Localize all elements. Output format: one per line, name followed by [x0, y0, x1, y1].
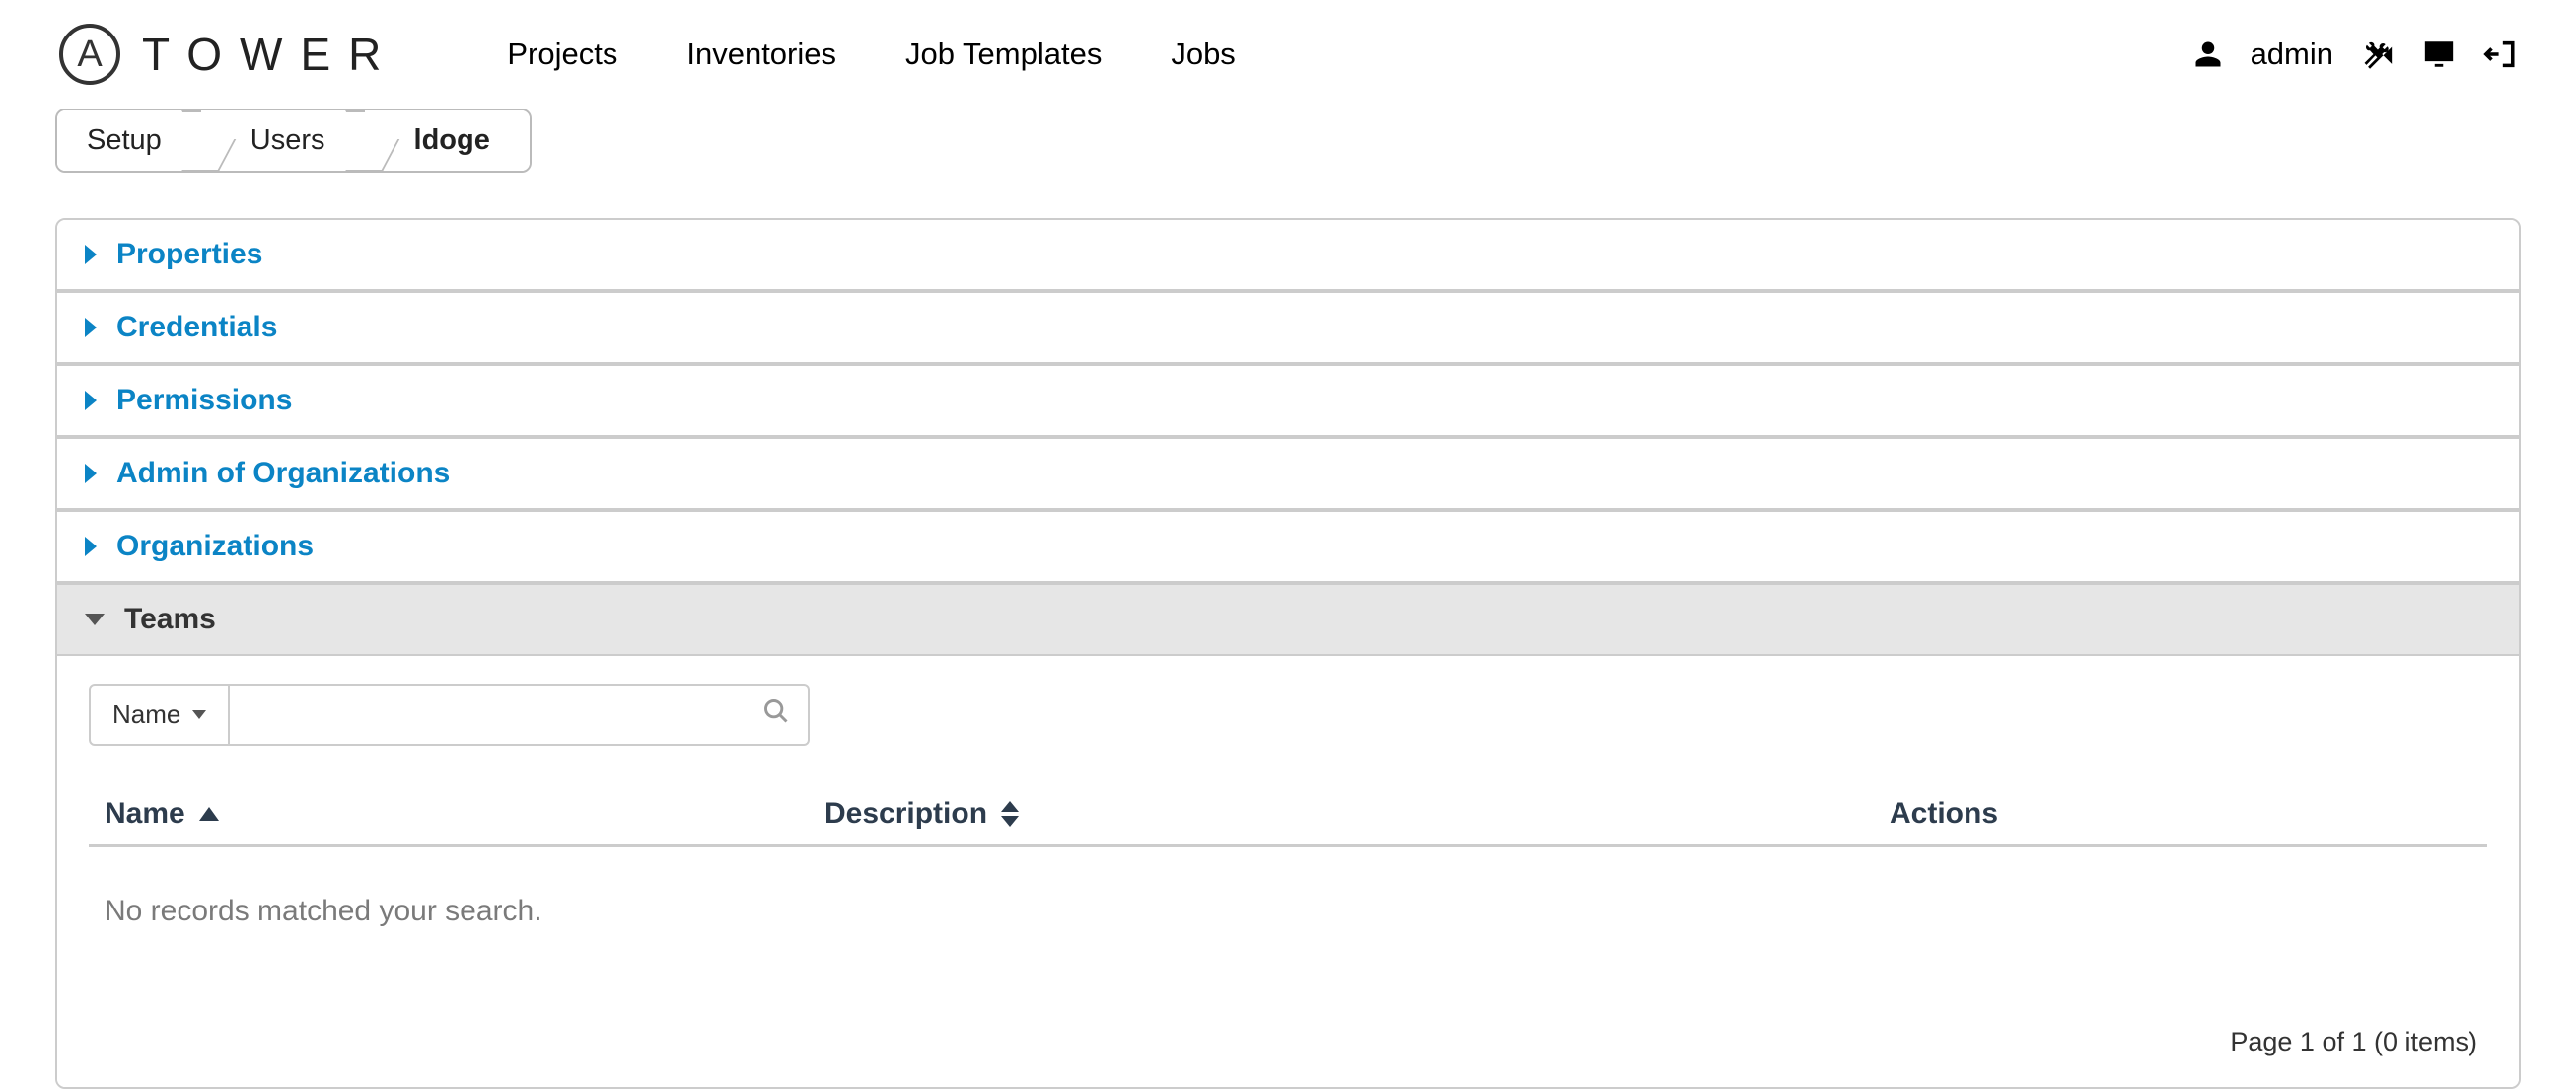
caret-right-icon	[85, 391, 97, 410]
accordion-title: Credentials	[116, 311, 277, 344]
breadcrumb-setup[interactable]: Setup	[57, 110, 201, 171]
nav-inventories[interactable]: Inventories	[686, 36, 836, 72]
accordion-title: Admin of Organizations	[116, 457, 450, 490]
accordion-teams[interactable]: Teams	[57, 583, 2519, 656]
search-input-wrap	[230, 684, 810, 746]
nav-jobs[interactable]: Jobs	[1171, 36, 1235, 72]
nav-job-templates[interactable]: Job Templates	[905, 36, 1102, 72]
logout-icon[interactable]	[2483, 37, 2517, 71]
empty-results-message: No records matched your search.	[89, 847, 2487, 938]
caret-right-icon	[85, 537, 97, 556]
accordion-credentials[interactable]: Credentials	[57, 291, 2519, 364]
user-detail-panels: Properties Credentials Permissions Admin…	[55, 218, 2521, 1089]
accordion-admin-organizations[interactable]: Admin of Organizations	[57, 437, 2519, 510]
column-name-label: Name	[105, 797, 185, 831]
pagination-status: Page 1 of 1 (0 items)	[89, 938, 2487, 1057]
teams-search-row: Name	[89, 684, 2487, 746]
column-actions: Actions	[1890, 797, 2471, 831]
monitor-icon[interactable]	[2422, 37, 2456, 71]
brand-logo-icon: A	[59, 24, 120, 85]
caret-right-icon	[85, 245, 97, 264]
user-icon	[2193, 39, 2223, 69]
account-username[interactable]: admin	[2251, 36, 2333, 72]
topbar: A TOWER Projects Inventories Job Templat…	[0, 0, 2576, 109]
column-name[interactable]: Name	[105, 797, 824, 831]
caret-down-icon	[85, 614, 105, 625]
sort-asc-icon	[199, 807, 219, 821]
search-input[interactable]	[230, 686, 762, 744]
nav-projects[interactable]: Projects	[507, 36, 617, 72]
accordion-permissions[interactable]: Permissions	[57, 364, 2519, 437]
account-toolbar: admin	[2193, 36, 2517, 72]
teams-table-header: Name Description Actions	[89, 797, 2487, 847]
search-field-label: Name	[112, 699, 180, 730]
accordion-title: Teams	[124, 603, 216, 636]
setup-tools-icon[interactable]	[2361, 37, 2395, 71]
caret-right-icon	[85, 318, 97, 337]
search-field-dropdown[interactable]: Name	[89, 684, 230, 746]
accordion-title: Permissions	[116, 384, 292, 417]
accordion-properties[interactable]: Properties	[57, 220, 2519, 291]
caret-right-icon	[85, 464, 97, 483]
search-icon[interactable]	[762, 697, 790, 732]
brand-name: TOWER	[142, 28, 398, 81]
column-actions-label: Actions	[1890, 797, 1998, 830]
teams-panel-body: Name Name Description Ac	[57, 656, 2519, 1087]
brand-logo-letter: A	[77, 34, 102, 76]
accordion-title: Properties	[116, 238, 262, 271]
sort-both-icon	[1001, 801, 1019, 827]
accordion-organizations[interactable]: Organizations	[57, 510, 2519, 583]
column-description-label: Description	[824, 797, 987, 831]
brand[interactable]: A TOWER	[59, 24, 398, 85]
main-nav: Projects Inventories Job Templates Jobs	[507, 36, 1235, 72]
chevron-down-icon	[192, 710, 206, 719]
breadcrumb: Setup Users ldoge	[55, 109, 532, 173]
accordion-title: Organizations	[116, 530, 314, 563]
column-description[interactable]: Description	[824, 797, 1890, 831]
